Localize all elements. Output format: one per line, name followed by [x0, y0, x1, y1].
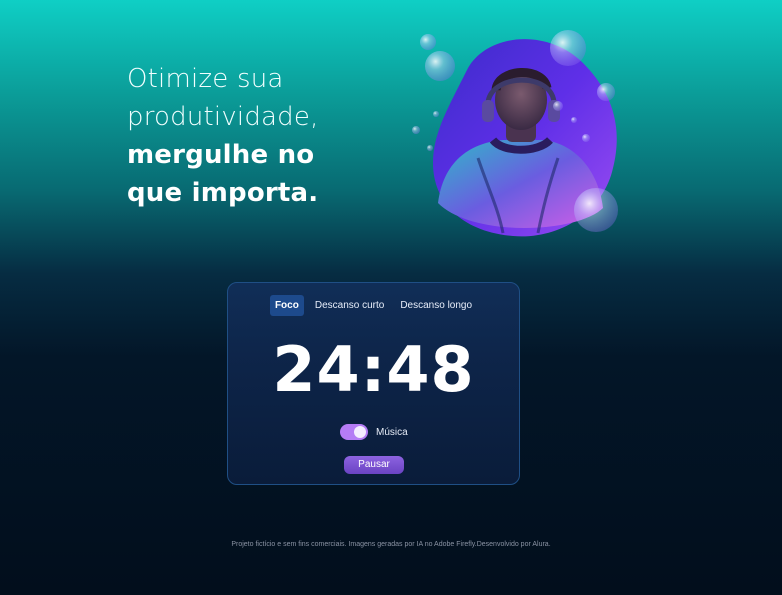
hero-line-1: Otimize sua	[127, 64, 284, 94]
music-toggle-row: Música	[340, 424, 408, 440]
tab-descanso-curto[interactable]: Descanso curto	[310, 295, 389, 316]
toggle-knob	[354, 426, 366, 438]
timer-mode-tabs: Foco Descanso curto Descanso longo	[228, 295, 519, 316]
music-toggle[interactable]	[340, 424, 368, 440]
footer-text: Projeto fictício e sem fins comerciais. …	[231, 541, 551, 548]
timer-card: Foco Descanso curto Descanso longo 24:48…	[227, 282, 520, 485]
music-label: Música	[376, 426, 408, 438]
hero-line-4: que importa.	[127, 178, 319, 208]
pause-button[interactable]: Pausar	[344, 456, 404, 474]
tab-foco[interactable]: Foco	[269, 295, 304, 316]
hero-line-3: mergulhe no	[127, 140, 315, 170]
tab-descanso-longo[interactable]: Descanso longo	[395, 295, 477, 316]
person-with-headphones-image	[412, 30, 618, 237]
timer-display: 24:48	[272, 333, 475, 406]
hero-title: Otimize sua produtividade, mergulhe no q…	[127, 60, 397, 212]
hero-line-2: produtividade,	[127, 102, 319, 132]
hero-illustration	[408, 28, 626, 240]
